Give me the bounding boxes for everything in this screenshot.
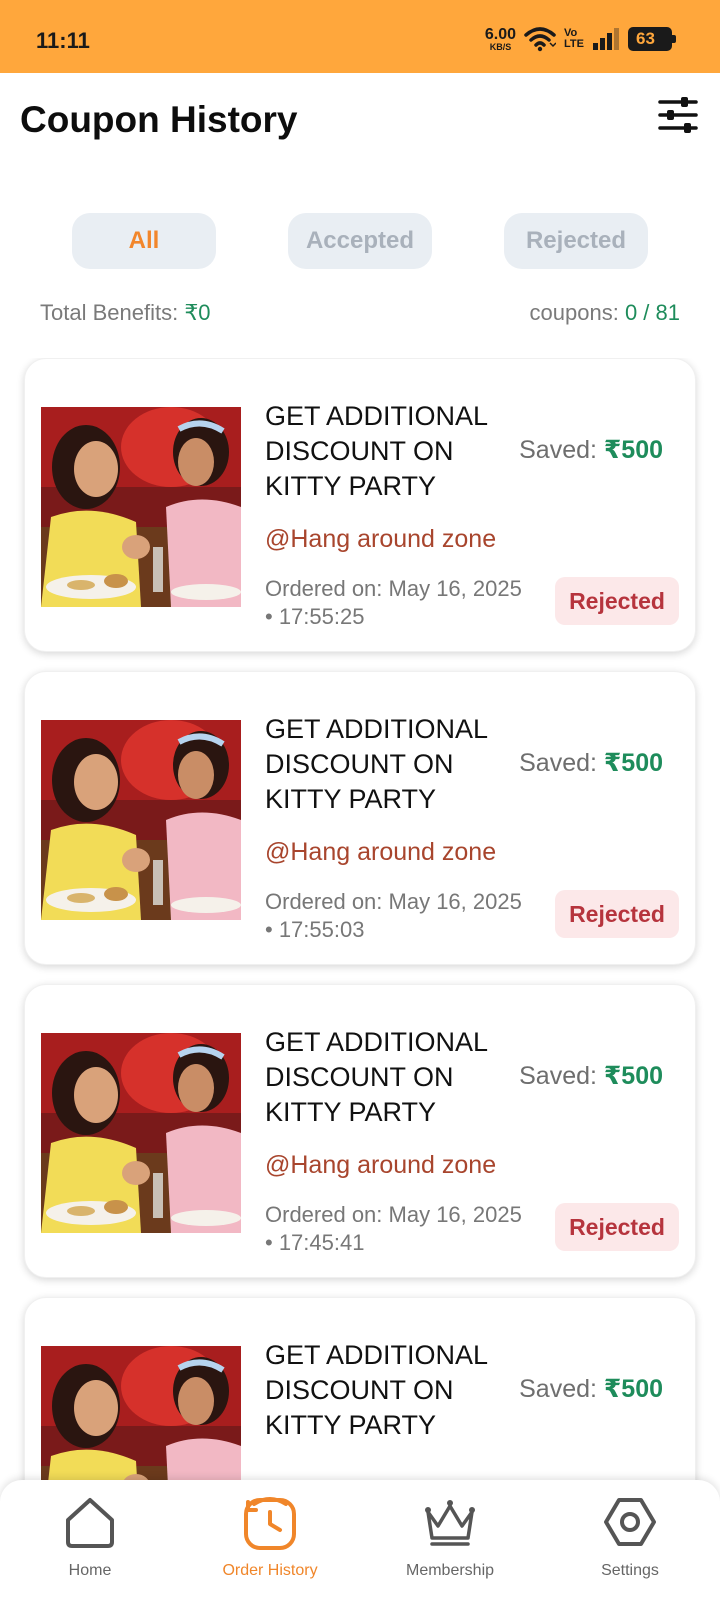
- page-title: Coupon History: [20, 99, 298, 140]
- saved-amount: Saved: ₹500: [519, 1061, 663, 1091]
- saved-label: Saved:: [519, 1375, 604, 1403]
- saved-label: Saved:: [519, 1062, 604, 1090]
- total-benefits-value: ₹0: [184, 300, 211, 325]
- battery-icon: 63: [628, 27, 676, 51]
- settings-icon: [604, 1498, 656, 1546]
- nav-settings-label: Settings: [601, 1562, 659, 1579]
- bottom-nav: Home Order History Membership Settings: [0, 1480, 720, 1600]
- volte-bottom: LTE: [564, 38, 584, 50]
- status-icons: 6.00 KB/S Vo LTE 63: [484, 22, 676, 56]
- coupon-card[interactable]: GET ADDITIONAL DISCOUNT ON KITTY PARTY S…: [24, 358, 696, 652]
- total-benefits-label: Total Benefits:: [40, 300, 185, 325]
- coupon-image: [41, 1346, 241, 1480]
- app-header: Coupon History: [0, 73, 720, 173]
- saved-value: ₹500: [603, 1375, 663, 1403]
- coupon-card[interactable]: GET ADDITIONAL DISCOUNT ON KITTY PARTY S…: [24, 671, 696, 965]
- status-time: 11:11: [36, 28, 90, 53]
- saved-amount: Saved: ₹500: [519, 435, 663, 465]
- coupons-count: coupons: 0 / 81: [530, 300, 680, 326]
- history-icon: [244, 1497, 296, 1550]
- nav-order-history-label: Order History: [222, 1562, 318, 1579]
- coupon-card[interactable]: GET ADDITIONAL DISCOUNT ON KITTY PARTY S…: [24, 1297, 696, 1480]
- status-badge: Rejected: [555, 577, 679, 625]
- nav-membership-label: Membership: [405, 1562, 495, 1579]
- order-date: Ordered on: May 16, 2025 • 17:55:03: [265, 889, 522, 942]
- vendor-name[interactable]: @Hang around zone: [265, 525, 496, 554]
- coupons-value: 0 / 81: [624, 300, 680, 325]
- saved-label: Saved:: [519, 436, 604, 464]
- net-speed: 6.00 KB/S: [484, 25, 517, 52]
- status-badge: Rejected: [555, 1203, 679, 1251]
- nav-membership[interactable]: Membership: [360, 1480, 540, 1600]
- vendor-name[interactable]: @Hang around zone: [265, 1151, 496, 1180]
- home-icon: [66, 1498, 114, 1548]
- net-speed-unit: KB/S: [489, 41, 512, 52]
- coupon-title: GET ADDITIONAL DISCOUNT ON KITTY PARTY: [265, 1027, 489, 1127]
- saved-label: Saved:: [519, 749, 604, 777]
- saved-value: ₹500: [603, 1062, 663, 1090]
- coupon-image: [41, 407, 241, 607]
- filter-tabs: All Accepted Rejected: [0, 213, 720, 269]
- nav-settings[interactable]: Settings: [540, 1480, 720, 1600]
- coupon-title: GET ADDITIONAL DISCOUNT ON KITTY PARTY: [265, 1340, 489, 1440]
- tab-all[interactable]: All: [72, 213, 216, 269]
- wifi-icon: [524, 27, 557, 52]
- battery-level: 63: [636, 29, 655, 48]
- status-badge: Rejected: [555, 890, 679, 938]
- order-date: Ordered on: May 16, 2025 • 17:45:41: [265, 1202, 522, 1255]
- tab-accepted[interactable]: Accepted: [288, 213, 432, 269]
- saved-value: ₹500: [603, 436, 663, 464]
- order-date: Ordered on: May 16, 2025 • 17:55:25: [265, 576, 522, 629]
- summary-row: Total Benefits: ₹0 coupons: 0 / 81: [40, 300, 680, 332]
- coupon-card[interactable]: GET ADDITIONAL DISCOUNT ON KITTY PARTY S…: [24, 984, 696, 1278]
- status-bar: 11:11 6.00 KB/S Vo LTE 63: [0, 0, 720, 73]
- coupon-title: GET ADDITIONAL DISCOUNT ON KITTY PARTY: [265, 401, 489, 501]
- coupon-title: GET ADDITIONAL DISCOUNT ON KITTY PARTY: [265, 714, 489, 814]
- tab-rejected[interactable]: Rejected: [504, 213, 648, 269]
- crown-icon: [425, 1500, 475, 1546]
- nav-home[interactable]: Home: [0, 1480, 180, 1600]
- saved-amount: Saved: ₹500: [519, 748, 663, 778]
- sliders-icon: [658, 97, 698, 133]
- vendor-name[interactable]: @Hang around zone: [265, 838, 496, 867]
- coupon-list: GET ADDITIONAL DISCOUNT ON KITTY PARTY S…: [0, 358, 720, 1480]
- coupon-image: [41, 1033, 241, 1233]
- signal-icon: [593, 28, 619, 50]
- filter-button[interactable]: [656, 93, 700, 137]
- nav-order-history[interactable]: Order History: [180, 1480, 360, 1600]
- saved-value: ₹500: [603, 749, 663, 777]
- coupons-label: coupons:: [529, 300, 625, 325]
- nav-home-label: Home: [68, 1562, 112, 1579]
- coupon-image: [41, 720, 241, 920]
- total-benefits: Total Benefits: ₹0: [40, 300, 211, 326]
- volte-indicator: Vo LTE: [564, 28, 584, 50]
- net-speed-value: 6.00: [484, 25, 517, 43]
- saved-amount: Saved: ₹500: [519, 1374, 663, 1404]
